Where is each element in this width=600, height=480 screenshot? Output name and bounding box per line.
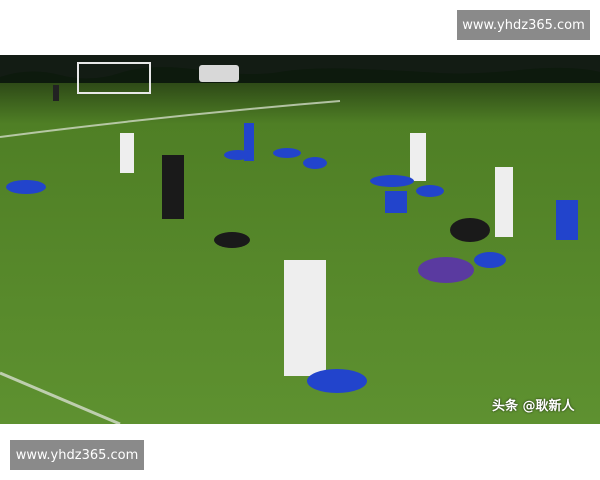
player — [385, 191, 407, 213]
player — [6, 180, 46, 194]
player — [307, 369, 367, 393]
player — [495, 167, 513, 237]
player — [53, 85, 59, 101]
photo-caption: 头条 @耿新人 — [492, 399, 575, 414]
player — [273, 148, 301, 158]
training-photo — [0, 55, 600, 424]
player — [214, 232, 250, 248]
player — [284, 260, 326, 376]
player — [162, 155, 184, 219]
player — [474, 252, 506, 268]
player — [410, 133, 426, 181]
player — [450, 218, 490, 242]
player — [370, 175, 414, 187]
player — [416, 185, 444, 197]
watermark-top: www.yhdz365.com — [457, 10, 590, 40]
player — [303, 157, 327, 169]
watermark-bottom: www.yhdz365.com — [10, 440, 144, 470]
van — [199, 65, 239, 82]
player — [556, 200, 578, 240]
player — [418, 257, 474, 283]
player — [224, 150, 252, 160]
player — [120, 133, 134, 173]
